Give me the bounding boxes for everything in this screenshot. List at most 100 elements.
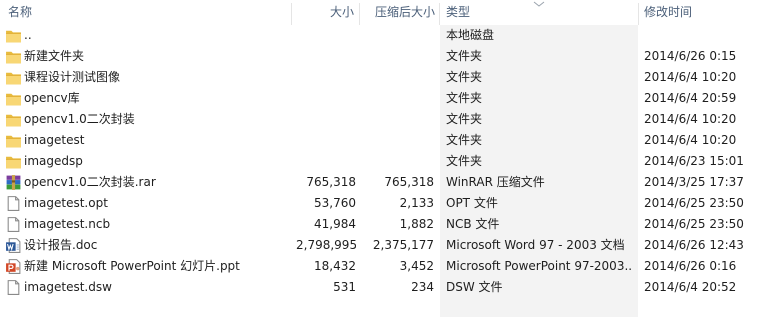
column-header-modified[interactable]: 修改时间 [644, 0, 762, 25]
file-modified-time: 2014/6/25 23:50 [644, 217, 744, 231]
file-name: imagetest.opt [24, 196, 108, 210]
file-compressed-size: 2,375,177 [372, 238, 434, 252]
file-modified-time: 2014/6/4 20:59 [644, 91, 737, 105]
file-size [296, 25, 356, 46]
file-row[interactable]: imagetest.dsw 531 234 DSW 文件 2014/6/4 20:52 [0, 277, 766, 298]
file-compressed-size: 234 [411, 280, 434, 294]
file-size: 765,318 [306, 175, 356, 189]
powerpoint-document-icon [5, 258, 22, 275]
file-row[interactable]: opencv1.0二次封装 文件夹 2014/6/4 10:20 [0, 109, 766, 130]
file-type: DSW 文件 [446, 280, 503, 294]
file-modified-time: 2014/6/26 0:15 [644, 49, 737, 63]
folder-icon [5, 69, 22, 86]
file-name: 设计报告.doc [24, 238, 98, 252]
file-compressed-size [362, 25, 434, 46]
file-size: 531 [333, 280, 356, 294]
file-name: 新建 Microsoft PowerPoint 幻灯片.ppt [24, 259, 240, 273]
word-document-icon [5, 237, 22, 254]
file-icon [5, 279, 22, 296]
column-divider[interactable] [291, 3, 292, 25]
column-header-size[interactable]: 大小 [296, 0, 354, 25]
column-divider[interactable] [638, 3, 639, 25]
file-compressed-size: 1,882 [399, 217, 434, 231]
file-row[interactable]: opencv1.0二次封装.rar 765,318 765,318 WinRAR 压缩… [0, 172, 766, 193]
file-row[interactable]: imagedsp 文件夹 2014/6/23 15:01 [0, 151, 766, 172]
file-type: 文件夹 [446, 70, 483, 84]
file-modified-time: 2014/6/4 10:20 [644, 70, 737, 84]
file-icon [5, 195, 22, 212]
file-compressed-size [362, 130, 434, 151]
file-compressed-size: 3,452 [399, 259, 434, 273]
file-type: Microsoft Word 97 - 2003 文档 [446, 238, 625, 252]
file-modified-time: 2014/3/25 17:37 [644, 175, 744, 189]
archive-file-list[interactable]: 名称 大小 压缩后大小 类型 修改时间 .. 本地磁盘 新建文件夹 文件夹 2014/6… [0, 0, 766, 317]
file-modified-time: 2014/6/26 0:16 [644, 259, 737, 273]
folder-icon [5, 27, 22, 44]
file-name: imagetest.dsw [24, 280, 112, 294]
file-size [296, 67, 356, 88]
column-divider[interactable] [359, 3, 360, 25]
file-name: 新建文件夹 [24, 49, 85, 63]
column-divider[interactable] [439, 3, 440, 25]
file-compressed-size: 765,318 [384, 175, 434, 189]
column-header-name[interactable]: 名称 [8, 0, 288, 25]
sort-chevron-icon [533, 1, 545, 7]
column-header-compressed-size[interactable]: 压缩后大小 [362, 0, 435, 25]
file-row[interactable]: imagetest.ncb 41,984 1,882 NCB 文件 2014/6/25 … [0, 214, 766, 235]
file-size: 41,984 [314, 217, 356, 231]
file-icon [5, 216, 22, 233]
file-size [296, 130, 356, 151]
file-name: opencv1.0二次封装 [24, 112, 135, 126]
file-size [296, 88, 356, 109]
file-type: 本地磁盘 [446, 28, 495, 42]
file-row[interactable]: .. 本地磁盘 [0, 25, 766, 46]
file-compressed-size [362, 151, 434, 172]
file-type: Microsoft PowerPoint 97-2003... [446, 259, 632, 273]
file-modified-time: 2014/6/25 23:50 [644, 196, 744, 210]
file-type: NCB 文件 [446, 217, 500, 231]
file-row[interactable]: opencv库 文件夹 2014/6/4 20:59 [0, 88, 766, 109]
file-size [296, 151, 356, 172]
file-name: 课程设计测试图像 [24, 70, 121, 84]
file-name: opencv1.0二次封装.rar [24, 175, 156, 189]
file-type: 文件夹 [446, 49, 483, 63]
file-compressed-size: 2,133 [399, 196, 434, 210]
file-compressed-size [362, 46, 434, 67]
file-size: 18,432 [314, 259, 356, 273]
file-modified-time: 2014/6/4 10:20 [644, 133, 737, 147]
file-rows: .. 本地磁盘 新建文件夹 文件夹 2014/6/26 0:15 课程设计测试图像 文件夹 2… [0, 25, 766, 298]
file-compressed-size [362, 88, 434, 109]
file-row[interactable]: 新建 Microsoft PowerPoint 幻灯片.ppt 18,432 3,4… [0, 256, 766, 277]
file-row[interactable]: imagetest.opt 53,760 2,133 OPT 文件 2014/6/25 … [0, 193, 766, 214]
file-size [296, 46, 356, 67]
file-modified-time [644, 25, 762, 46]
file-name: imagedsp [24, 154, 83, 168]
file-modified-time: 2014/6/23 15:01 [644, 154, 744, 168]
file-name: .. [24, 28, 32, 42]
file-type: WinRAR 压缩文件 [446, 175, 545, 189]
folder-icon [5, 132, 22, 149]
file-modified-time: 2014/6/26 12:43 [644, 238, 744, 252]
file-name: opencv库 [24, 91, 80, 105]
file-name: imagetest.ncb [24, 217, 111, 231]
file-type: 文件夹 [446, 91, 483, 105]
file-size: 53,760 [314, 196, 356, 210]
file-compressed-size [362, 67, 434, 88]
file-type: 文件夹 [446, 154, 483, 168]
file-row[interactable]: 课程设计测试图像 文件夹 2014/6/4 10:20 [0, 67, 766, 88]
file-row[interactable]: 新建文件夹 文件夹 2014/6/26 0:15 [0, 46, 766, 67]
file-type: 文件夹 [446, 133, 483, 147]
file-modified-time: 2014/6/4 10:20 [644, 112, 737, 126]
file-row[interactable]: 设计报告.doc 2,798,995 2,375,177 Microsoft Word… [0, 235, 766, 256]
winrar-archive-icon [5, 174, 22, 191]
folder-icon [5, 48, 22, 65]
file-size [296, 109, 356, 130]
file-type: 文件夹 [446, 112, 483, 126]
file-size: 2,798,995 [296, 238, 356, 252]
file-modified-time: 2014/6/4 20:52 [644, 280, 737, 294]
file-row[interactable]: imagetest 文件夹 2014/6/4 10:20 [0, 130, 766, 151]
file-name: imagetest [24, 133, 85, 147]
file-compressed-size [362, 109, 434, 130]
folder-icon [5, 90, 22, 107]
folder-icon [5, 153, 22, 170]
